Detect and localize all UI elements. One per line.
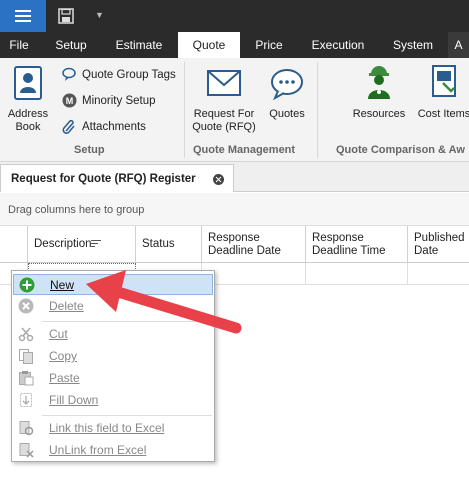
chat-bubbles-icon [271, 69, 303, 100]
menu-item-link-excel[interactable]: Link this field to Excel [13, 418, 213, 439]
menu-separator [42, 415, 212, 416]
description-header-label: Description [34, 238, 92, 250]
quote-group-tags-button[interactable]: Quote Group Tags [62, 67, 176, 82]
ribbon-separator [317, 62, 318, 158]
hamburger-icon [15, 10, 31, 22]
quote-group-tags-label: Quote Group Tags [82, 68, 176, 81]
menu-item-unlink-excel[interactable]: UnLink from Excel [13, 440, 213, 461]
sort-icon[interactable] [91, 240, 101, 248]
published-date-label-2: Date [414, 245, 439, 257]
menu-bar: File Setup Estimate Quote Price Executio… [0, 32, 469, 58]
scissors-icon [18, 327, 34, 342]
minority-setup-icon: M [62, 93, 77, 108]
column-header-status[interactable]: Status [136, 226, 202, 263]
tab-file[interactable]: File [0, 32, 38, 58]
attachments-label: Attachments [82, 120, 146, 133]
cost-items-icon [432, 65, 456, 97]
title-bar: ▼ [0, 0, 469, 32]
minority-setup-label: Minority Setup [82, 94, 156, 107]
quick-access-dropdown-icon[interactable]: ▼ [95, 10, 104, 20]
menu-item-new[interactable]: New [13, 274, 213, 295]
menu-item-paste-label: Paste [49, 371, 80, 385]
response-deadline-time-label-2: Deadline Time [312, 245, 386, 257]
status-header-label: Status [142, 238, 175, 250]
tab-quote[interactable]: Quote [178, 32, 240, 58]
save-icon[interactable] [58, 8, 74, 24]
resources-button[interactable]: Resources [350, 64, 408, 121]
grid-header: Description Status Response Deadline Dat… [0, 226, 469, 263]
group-by-panel[interactable]: Drag columns here to group [0, 193, 469, 226]
quote-management-group-label: Quote Management [193, 144, 296, 156]
address-book-label-2: Book [15, 121, 41, 133]
menu-item-unlink-excel-label: UnLink from Excel [49, 443, 147, 457]
quotes-label: Quotes [269, 108, 305, 120]
cost-items-button[interactable]: Cost Items [415, 64, 469, 121]
menu-item-fill-down-label: Fill Down [49, 393, 99, 407]
request-for-quote-button[interactable]: Request For Quote (RFQ) [190, 66, 258, 134]
context-menu: New Delete Cut Copy Paste Fill Down Link… [11, 270, 215, 462]
rfq-register-tab[interactable]: Request for Quote (RFQ) Register [0, 164, 234, 192]
response-deadline-date-label-2: Deadline Date [208, 245, 281, 257]
excel-unlink-icon [19, 443, 34, 458]
menu-item-copy-label: Copy [49, 349, 78, 363]
rfq-label-2: Quote (RFQ) [192, 121, 256, 133]
column-header-published-date[interactable]: Published Date [408, 226, 469, 263]
column-header-response-deadline-time[interactable]: Response Deadline Time [306, 226, 408, 263]
resources-label: Resources [352, 108, 406, 120]
response-deadline-date-cell[interactable] [202, 263, 306, 285]
tab-system[interactable]: System [380, 32, 446, 58]
group-by-hint: Drag columns here to group [8, 204, 145, 216]
document-tab-strip: Request for Quote (RFQ) Register [0, 162, 469, 192]
setup-group-label: Setup [74, 144, 105, 156]
address-book-icon [14, 66, 42, 100]
menu-item-cut[interactable]: Cut [13, 324, 213, 345]
tab-estimate[interactable]: Estimate [104, 32, 174, 58]
menu-item-delete-label: Delete [49, 299, 84, 313]
menu-item-new-label: New [50, 278, 75, 292]
address-book-button[interactable]: Address Book [4, 66, 52, 134]
address-book-label-1: Address [7, 108, 49, 120]
minority-setup-button[interactable]: M Minority Setup [62, 93, 156, 108]
menu-item-fill-down[interactable]: Fill Down [13, 390, 213, 411]
response-deadline-date-label-1: Response [208, 232, 260, 244]
response-deadline-time-cell[interactable] [306, 263, 408, 285]
menu-item-paste[interactable]: Paste [13, 368, 213, 389]
ribbon-separator [184, 62, 185, 158]
delete-icon [18, 298, 34, 314]
column-header-response-deadline-date[interactable]: Response Deadline Date [202, 226, 306, 263]
quote-comparison-group-label: Quote Comparison & Aw [336, 144, 465, 156]
svg-text:M: M [66, 96, 74, 106]
add-icon [19, 277, 35, 293]
excel-link-icon [19, 421, 34, 436]
tags-icon [62, 67, 76, 81]
hamburger-menu-button[interactable] [0, 0, 46, 32]
column-header-description[interactable]: Description [28, 226, 136, 263]
close-tab-icon[interactable] [213, 174, 224, 185]
copy-icon [19, 349, 33, 364]
ribbon: Address Book Quote Group Tags M Minority… [0, 58, 469, 162]
tab-price[interactable]: Price [240, 32, 298, 58]
menu-separator [42, 321, 212, 322]
tab-a[interactable]: A [448, 32, 469, 58]
attachments-button[interactable]: Attachments [62, 119, 146, 134]
menu-item-delete[interactable]: Delete [13, 296, 213, 317]
rfq-label-1: Request For [193, 108, 255, 120]
fill-down-icon [20, 393, 32, 407]
tab-execution[interactable]: Execution [298, 32, 378, 58]
cost-items-label: Cost Items [417, 108, 469, 120]
menu-item-copy[interactable]: Copy [13, 346, 213, 367]
menu-item-link-excel-label: Link this field to Excel [49, 421, 165, 435]
tab-setup[interactable]: Setup [38, 32, 104, 58]
quotes-button[interactable]: Quotes [264, 66, 310, 121]
rfq-register-tab-title: Request for Quote (RFQ) Register [11, 173, 196, 185]
row-indicator-header [0, 226, 28, 263]
menu-item-cut-label: Cut [49, 327, 68, 341]
response-deadline-time-label-1: Response [312, 232, 364, 244]
envelope-icon [207, 70, 241, 96]
published-date-label-1: Published [414, 232, 465, 244]
worker-icon [368, 66, 390, 99]
paste-icon [19, 371, 34, 386]
paperclip-icon [62, 119, 75, 134]
